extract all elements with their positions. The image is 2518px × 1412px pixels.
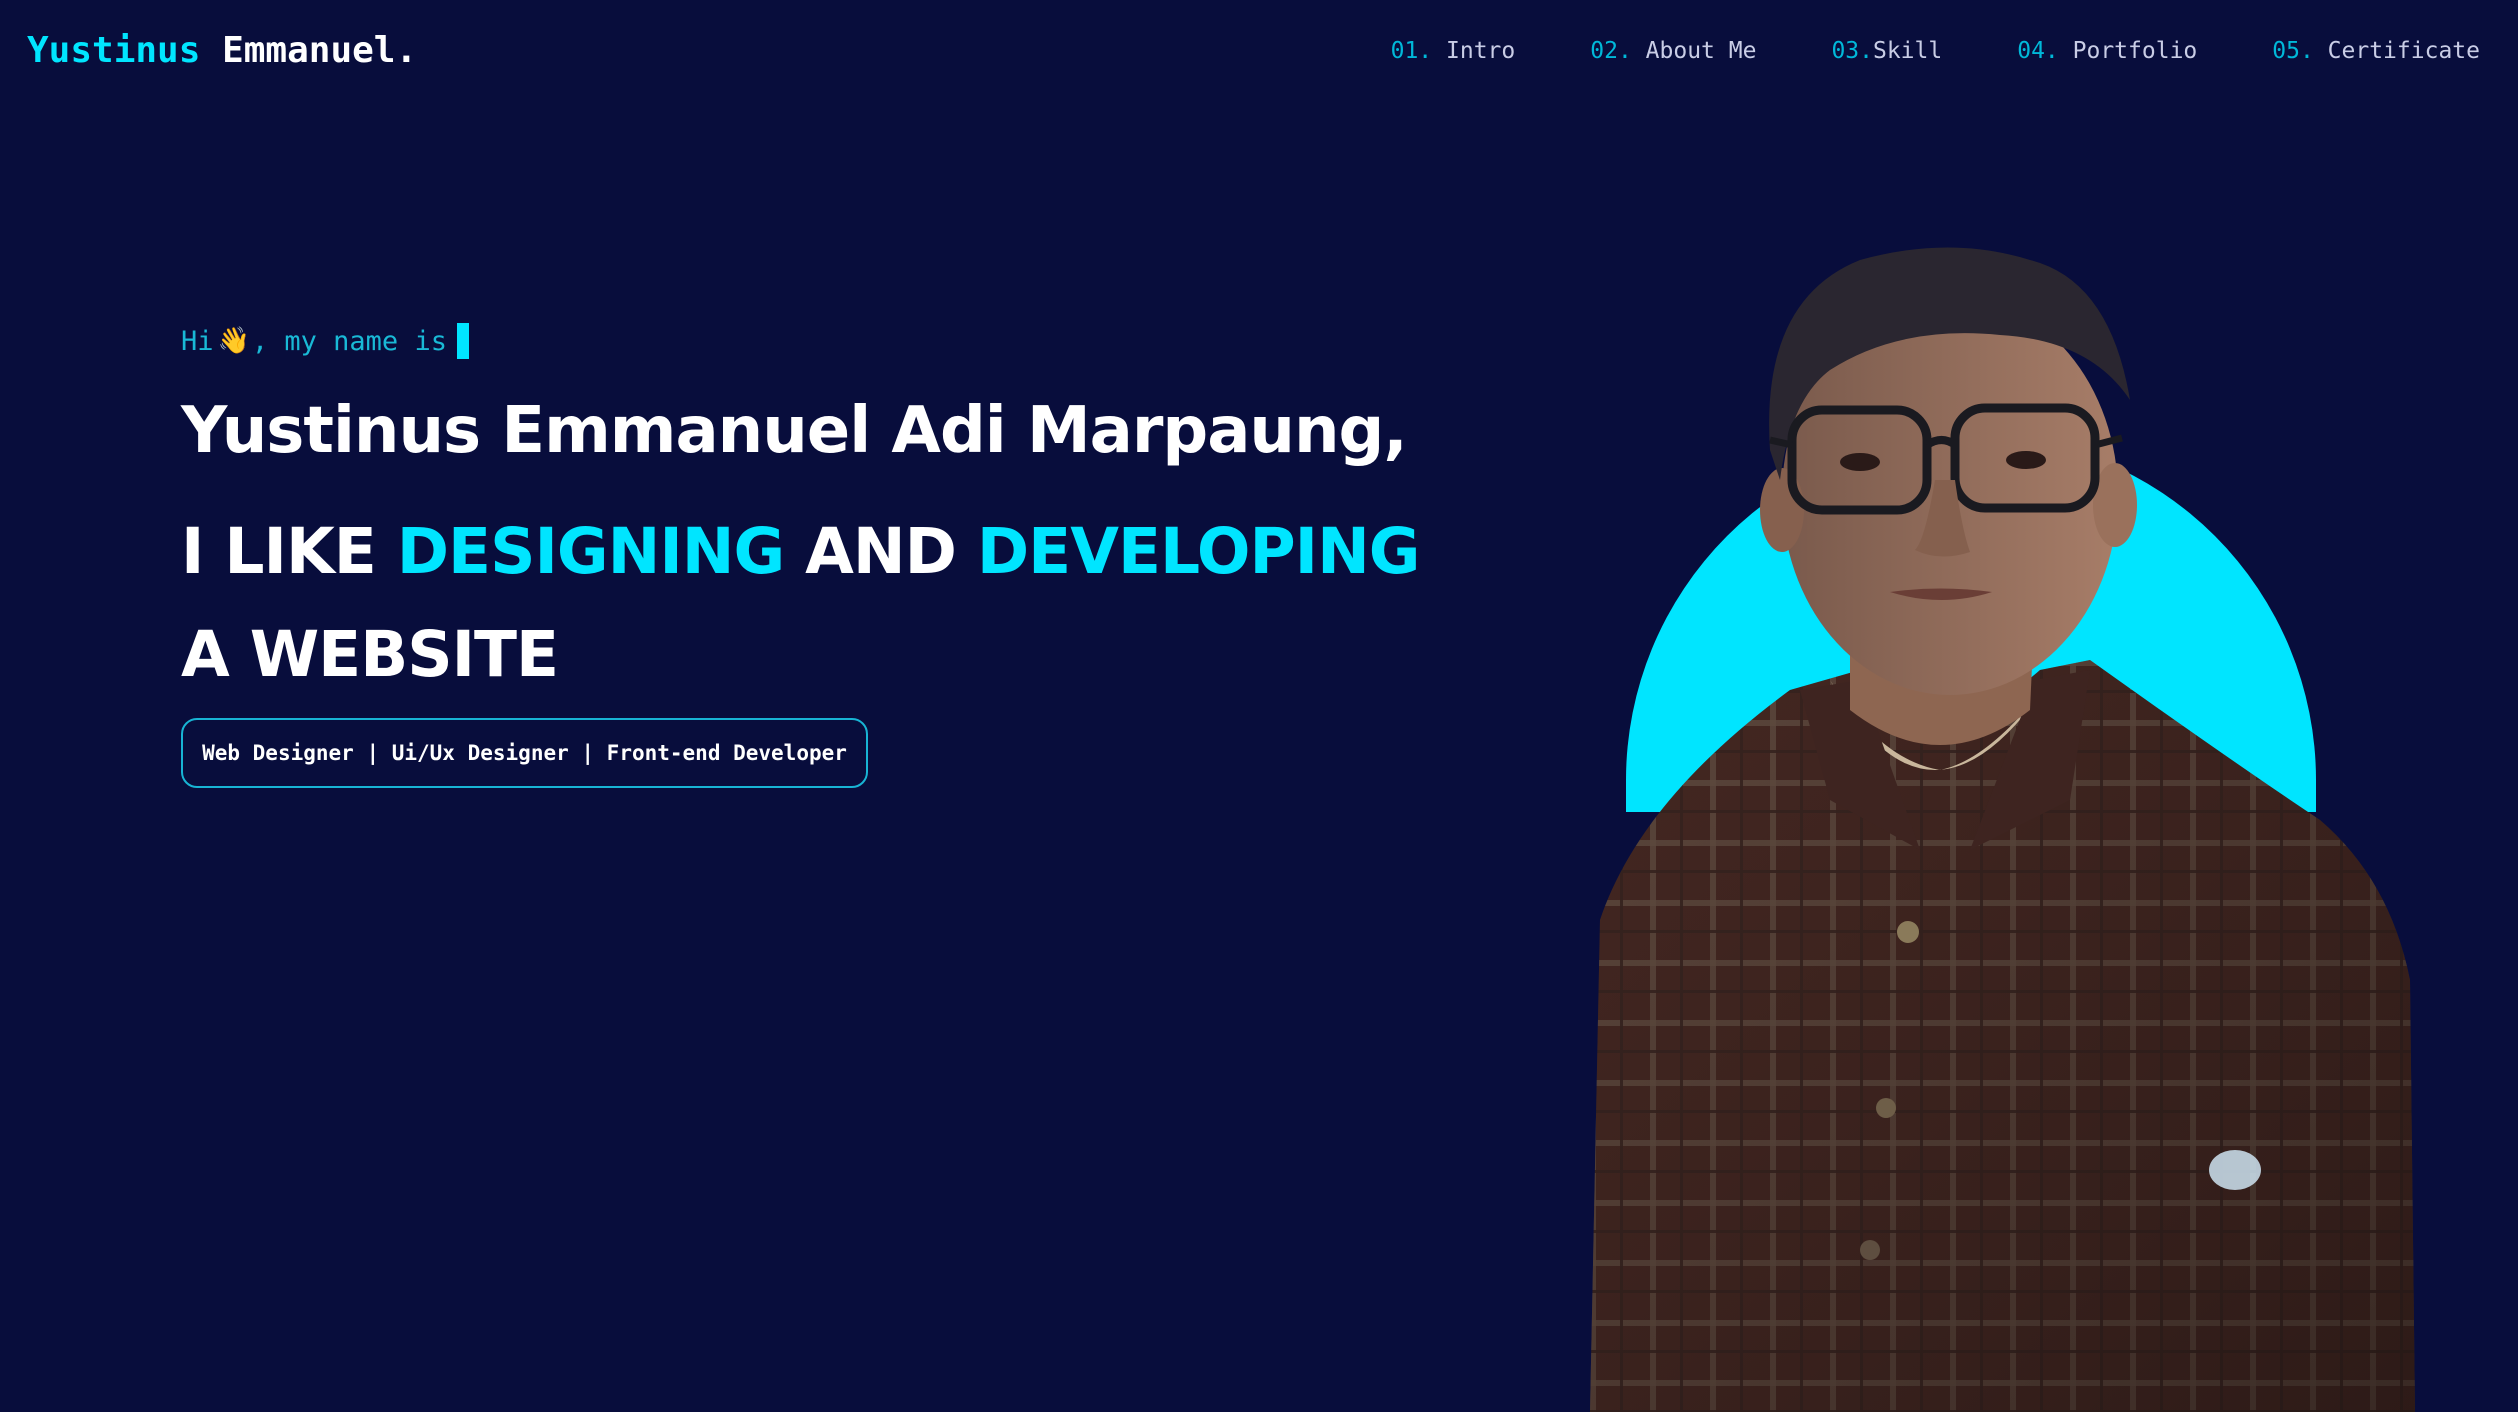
tagline-part: A WEBSITE: [181, 618, 559, 691]
logo-last-name: Emmanuel.: [222, 30, 418, 71]
logo-first-name: Yustinus: [27, 30, 201, 71]
greeting-line: Hi 👋 , my name is: [181, 323, 469, 359]
nav-item-label: Intro: [1446, 38, 1516, 64]
greeting-text: , my name is: [251, 325, 447, 357]
greeting-hi: Hi: [181, 325, 214, 357]
nav-item-intro[interactable]: 01. Intro: [1391, 38, 1516, 64]
nav-item-label: Skill: [1872, 38, 1943, 64]
tagline-part: I LIKE: [181, 515, 397, 588]
hero-tagline: I LIKE DESIGNING AND DEVELOPING A WEBSIT…: [181, 500, 1481, 706]
waving-hand-icon: 👋: [217, 326, 250, 356]
tagline-part: AND: [784, 515, 977, 588]
tagline-highlight-developing: DEVELOPING: [976, 515, 1421, 588]
main-nav: 01. Intro 02. About Me 03.Skill 04. Port…: [1391, 38, 2480, 64]
nav-item-portfolio[interactable]: 04. Portfolio: [2017, 38, 2197, 64]
nav-item-number: 03.: [1831, 38, 1873, 64]
profile-photo-illustration: [1590, 247, 2415, 1412]
nav-item-certificate[interactable]: 05. Certificate: [2272, 38, 2480, 64]
roles-text: Web Designer | Ui/Ux Designer | Front-en…: [202, 741, 847, 765]
site-logo[interactable]: Yustinus Emmanuel.: [27, 30, 417, 71]
nav-item-number: 05.: [2272, 38, 2314, 64]
nav-item-number: 01.: [1390, 38, 1433, 64]
profile-photo: [1530, 240, 2460, 1412]
tagline-highlight-designing: DESIGNING: [396, 515, 785, 588]
nav-item-number: 02.: [1590, 38, 1632, 64]
nav-item-label: Certificate: [2327, 38, 2480, 64]
roles-badge: Web Designer | Ui/Ux Designer | Front-en…: [181, 718, 868, 788]
nav-item-label: Portfolio: [2072, 38, 2198, 64]
nav-item-label: About Me: [1645, 38, 1757, 64]
nav-item-about-me[interactable]: 02. About Me: [1590, 38, 1756, 64]
typing-cursor: [456, 323, 469, 359]
nav-item-skill[interactable]: 03.Skill: [1831, 38, 1942, 64]
full-name-heading: Yustinus Emmanuel Adi Marpaung,: [181, 394, 1408, 468]
nav-item-number: 04.: [2017, 38, 2059, 64]
